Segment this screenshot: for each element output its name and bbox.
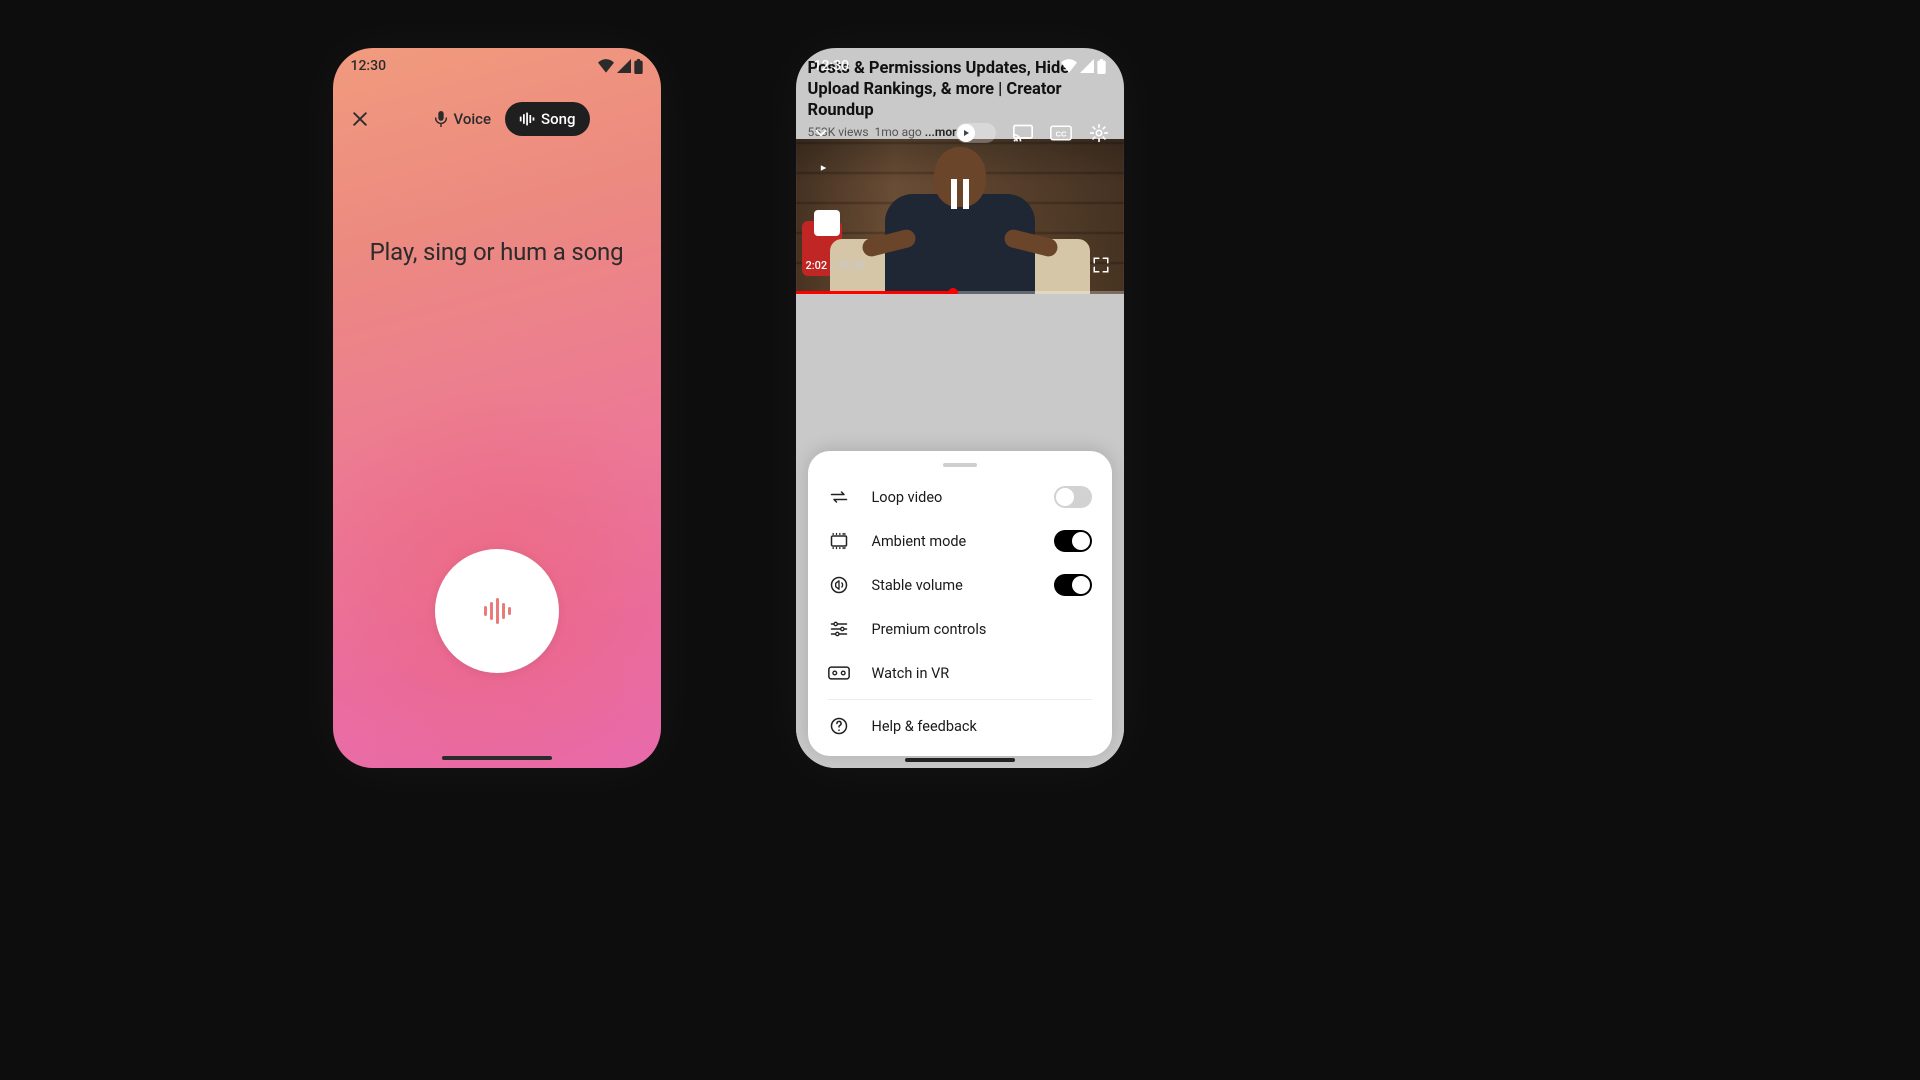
soundwave-icon bbox=[519, 112, 535, 126]
sheet-grabber[interactable] bbox=[943, 463, 977, 467]
wifi-icon bbox=[598, 59, 614, 73]
sliders-icon bbox=[828, 618, 850, 640]
svg-text:CC: CC bbox=[1055, 129, 1066, 138]
toggle-loop[interactable] bbox=[1054, 486, 1092, 508]
signal-icon bbox=[1080, 59, 1094, 73]
time-current: 2:02 bbox=[806, 259, 828, 272]
player-top-controls: CC bbox=[796, 122, 1124, 144]
chevron-down-icon[interactable] bbox=[810, 122, 832, 144]
sheet-label: Stable volume bbox=[872, 577, 1032, 594]
stable-volume-icon bbox=[828, 574, 850, 596]
loop-icon bbox=[828, 486, 850, 508]
battery-icon bbox=[1097, 59, 1106, 74]
sheet-row-vr[interactable]: Watch in VR bbox=[808, 651, 1112, 695]
home-indicator bbox=[442, 756, 552, 760]
status-time: 12:30 bbox=[351, 58, 387, 74]
cast-icon[interactable] bbox=[1012, 122, 1034, 144]
autoplay-toggle[interactable] bbox=[956, 123, 996, 143]
gear-icon[interactable] bbox=[1088, 122, 1110, 144]
status-bar: 12:30 bbox=[333, 48, 661, 74]
song-prompt: Play, sing or hum a song bbox=[333, 238, 661, 266]
signal-icon bbox=[617, 59, 631, 73]
sheet-label: Ambient mode bbox=[872, 533, 1032, 550]
sheet-label: Premium controls bbox=[872, 621, 1092, 638]
microphone-icon bbox=[434, 111, 448, 127]
sheet-row-ambient[interactable]: Ambient mode bbox=[808, 519, 1112, 563]
sheet-label: Help & feedback bbox=[872, 718, 1092, 735]
playback-time: 2:02 / 23:09 bbox=[806, 259, 865, 272]
phone-youtube: 12:30 bbox=[796, 48, 1124, 768]
sheet-row-premium[interactable]: Premium controls bbox=[808, 607, 1112, 651]
ambient-icon bbox=[828, 530, 850, 552]
search-mode-segmented: Voice Song bbox=[418, 100, 592, 138]
toggle-ambient[interactable] bbox=[1054, 530, 1092, 552]
battery-icon bbox=[634, 59, 643, 74]
status-bar: 12:30 bbox=[796, 48, 1124, 74]
progress-bar[interactable] bbox=[796, 291, 1124, 294]
vr-icon bbox=[828, 662, 850, 684]
time-total: 23:09 bbox=[837, 259, 865, 272]
settings-sheet: Loop video Ambient mode Stable volume bbox=[808, 451, 1112, 756]
sheet-row-help[interactable]: Help & feedback bbox=[808, 704, 1112, 748]
record-button[interactable] bbox=[435, 549, 559, 673]
tab-voice[interactable]: Voice bbox=[420, 102, 506, 136]
phone-song-search: 12:30 Voice Song Play, bbox=[333, 48, 661, 768]
sheet-label: Loop video bbox=[872, 489, 1032, 506]
tab-voice-label: Voice bbox=[454, 110, 492, 128]
toggle-stable[interactable] bbox=[1054, 574, 1092, 596]
wifi-icon bbox=[1061, 59, 1077, 73]
fullscreen-icon[interactable] bbox=[1090, 254, 1112, 276]
status-icons bbox=[1061, 59, 1106, 74]
cc-icon[interactable]: CC bbox=[1050, 122, 1072, 144]
sheet-row-stable[interactable]: Stable volume bbox=[808, 563, 1112, 607]
soundwave-icon bbox=[482, 598, 512, 624]
divider bbox=[828, 699, 1092, 700]
sheet-row-loop[interactable]: Loop video bbox=[808, 475, 1112, 519]
tab-song-label: Song bbox=[541, 110, 575, 128]
status-icons bbox=[598, 59, 643, 74]
pause-button[interactable] bbox=[951, 179, 969, 209]
sheet-label: Watch in VR bbox=[872, 665, 1092, 682]
home-indicator bbox=[905, 758, 1015, 762]
tab-song[interactable]: Song bbox=[505, 102, 589, 136]
help-icon bbox=[828, 715, 850, 737]
close-icon[interactable] bbox=[349, 108, 371, 130]
status-time: 12:30 bbox=[814, 58, 850, 74]
